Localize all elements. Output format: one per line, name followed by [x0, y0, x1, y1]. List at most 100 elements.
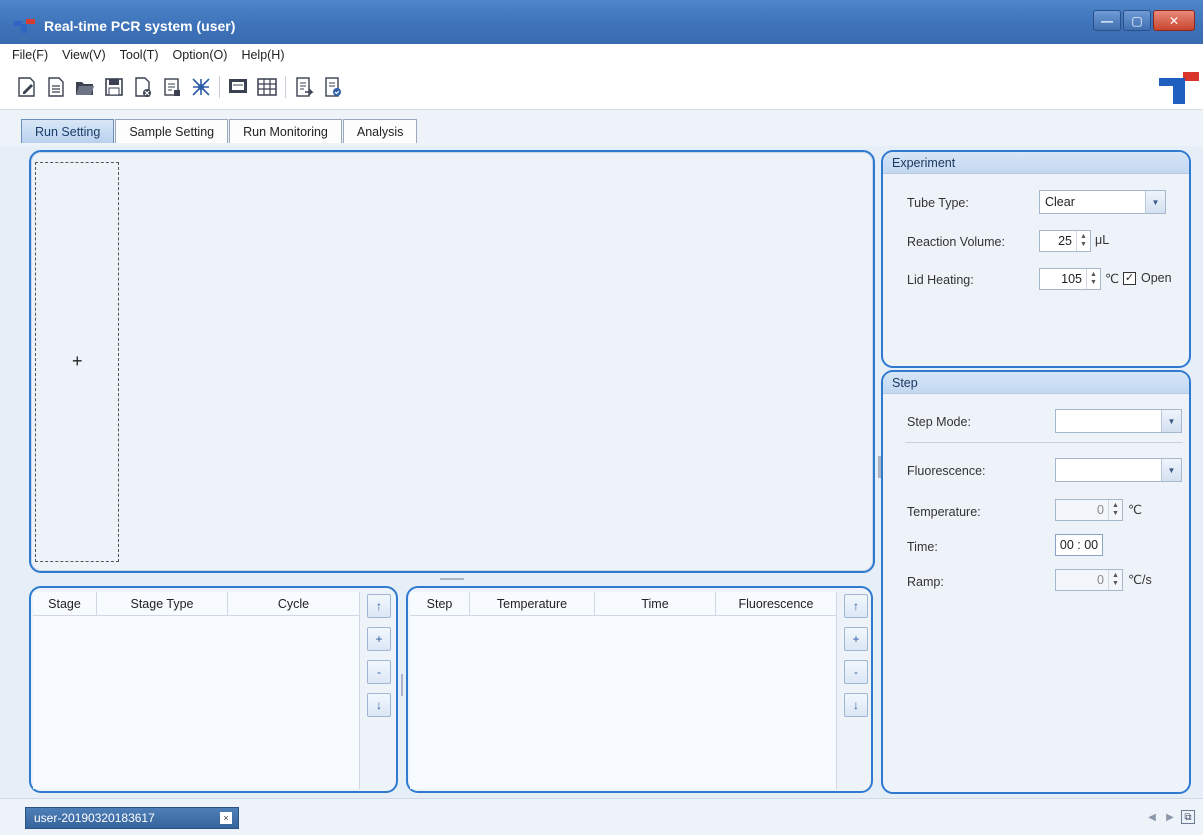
chevron-down-icon[interactable]: ▼	[1145, 191, 1165, 213]
step-mode-label: Step Mode:	[907, 415, 971, 429]
tab-run-setting[interactable]: Run Setting	[21, 119, 115, 143]
menu-option[interactable]: Option(O)	[173, 48, 228, 62]
temperature-label: Temperature:	[907, 505, 981, 519]
document-tab[interactable]: user-20190320183617 ×	[25, 807, 239, 829]
step-table-panel: Step Temperature Time Fluorescence ↑ + -…	[406, 586, 873, 793]
spinner-arrows-icon[interactable]: ▲ ▼	[1108, 500, 1122, 520]
lid-heating-label: Lid Heating:	[907, 273, 974, 287]
horizontal-splitter[interactable]	[440, 578, 464, 580]
window-title: Real-time PCR system (user)	[44, 18, 236, 34]
ramp-value: 0	[1097, 573, 1104, 587]
properties-icon[interactable]	[161, 75, 183, 99]
toolbar-separator	[219, 76, 220, 98]
close-window-button[interactable]: ✕	[1153, 10, 1195, 31]
scroll-right-icon[interactable]: ▶	[1163, 810, 1177, 824]
stage-table-buttons: ↑ + - ↓	[367, 594, 391, 717]
column-time[interactable]: Time	[595, 592, 716, 615]
menu-view[interactable]: View(V)	[62, 48, 106, 62]
stage-table[interactable]: Stage Stage Type Cycle	[33, 592, 360, 789]
column-fluorescence[interactable]: Fluorescence	[716, 592, 836, 615]
add-stage-icon[interactable]: +	[72, 351, 83, 372]
toolbar-separator	[285, 76, 286, 98]
scroll-left-icon[interactable]: ◀	[1145, 810, 1159, 824]
tab-run-monitoring[interactable]: Run Monitoring	[229, 119, 342, 143]
step-panel: Step Step Mode: ▼ Fluorescence: ▼ Temper…	[881, 370, 1191, 794]
tab-sample-setting[interactable]: Sample Setting	[115, 119, 229, 143]
lid-heating-unit: ℃	[1105, 272, 1120, 286]
temperature-spinbox[interactable]: 0 ▲ ▼	[1055, 499, 1123, 521]
step-remove-button[interactable]: -	[844, 660, 868, 684]
document-icon[interactable]	[45, 75, 67, 99]
tube-type-value: Clear	[1045, 195, 1075, 209]
experiment-panel-title: Experiment	[883, 152, 1189, 174]
reaction-volume-spinbox[interactable]: 25 ▲ ▼	[1039, 230, 1091, 252]
step-move-down-button[interactable]: ↓	[844, 693, 868, 717]
lid-heating-value: 105	[1061, 272, 1082, 286]
tab-strip: Run Setting Sample Setting Run Monitorin…	[0, 110, 1203, 146]
tube-type-select[interactable]: Clear ▼	[1039, 190, 1166, 214]
column-step[interactable]: Step	[410, 592, 470, 615]
spinner-arrows-icon[interactable]: ▲ ▼	[1076, 231, 1090, 251]
experiment-panel: Experiment Tube Type: Clear ▼ Reaction V…	[881, 150, 1191, 368]
step-panel-title: Step	[883, 372, 1189, 394]
close-document-icon[interactable]	[132, 75, 154, 99]
app-logo-icon	[14, 19, 35, 33]
step-add-button[interactable]: +	[844, 627, 868, 651]
step-move-up-button[interactable]: ↑	[844, 594, 868, 618]
protocol-canvas[interactable]: +	[29, 150, 875, 573]
chevron-down-icon[interactable]: ▼	[1161, 459, 1181, 481]
column-temperature[interactable]: Temperature	[470, 592, 595, 615]
toolbar	[0, 66, 1203, 110]
reaction-volume-unit: μL	[1095, 233, 1110, 247]
step-mode-select[interactable]: ▼	[1055, 409, 1182, 433]
time-field[interactable]: 00 : 00	[1055, 534, 1103, 556]
time-label: Time:	[907, 540, 938, 554]
table-splitter[interactable]	[401, 674, 403, 696]
table-icon[interactable]	[256, 75, 278, 99]
ramp-unit: ℃/s	[1128, 573, 1152, 587]
brand-logo-icon	[1159, 72, 1199, 104]
window-controls: — ▢ ✕	[1093, 10, 1195, 31]
document-tab-bar: user-20190320183617 × ◀ ▶ ⧉	[0, 798, 1203, 835]
close-icon[interactable]: ×	[220, 812, 232, 824]
stage-table-panel: Stage Stage Type Cycle ↑ + - ↓	[29, 586, 398, 793]
title-bar: Real-time PCR system (user) — ▢ ✕	[0, 0, 1203, 44]
minimize-button[interactable]: —	[1093, 10, 1121, 31]
stage-move-up-button[interactable]: ↑	[367, 594, 391, 618]
menu-bar: File(F) View(V) Tool(T) Option(O) Help(H…	[0, 44, 1203, 66]
network-icon[interactable]	[190, 75, 212, 99]
export-icon[interactable]	[293, 75, 315, 99]
save-icon[interactable]	[103, 75, 125, 99]
menu-tool[interactable]: Tool(T)	[120, 48, 159, 62]
fluorescence-select[interactable]: ▼	[1055, 458, 1182, 482]
document-tab-label: user-20190320183617	[34, 811, 155, 825]
add-stage-slot[interactable]: +	[35, 162, 119, 562]
chevron-down-icon[interactable]: ▼	[1161, 410, 1181, 432]
stage-add-button[interactable]: +	[367, 627, 391, 651]
ramp-spinbox[interactable]: 0 ▲ ▼	[1055, 569, 1123, 591]
temperature-unit: ℃	[1128, 503, 1143, 517]
stage-remove-button[interactable]: -	[367, 660, 391, 684]
tab-navigation: ◀ ▶ ⧉	[1145, 810, 1195, 824]
restore-icon[interactable]: ⧉	[1181, 810, 1195, 824]
stage-table-header: Stage Stage Type Cycle	[33, 592, 359, 616]
column-stage-type[interactable]: Stage Type	[97, 592, 228, 615]
reaction-volume-label: Reaction Volume:	[907, 235, 1005, 249]
spinner-arrows-icon[interactable]: ▲ ▼	[1108, 570, 1122, 590]
tube-type-label: Tube Type:	[907, 196, 969, 210]
open-folder-icon[interactable]	[74, 75, 96, 99]
lid-open-checkbox[interactable]: ✓	[1123, 272, 1136, 285]
step-table[interactable]: Step Temperature Time Fluorescence	[410, 592, 837, 789]
menu-file[interactable]: File(F)	[12, 48, 48, 62]
spinner-arrows-icon[interactable]: ▲ ▼	[1086, 269, 1100, 289]
column-stage[interactable]: Stage	[33, 592, 97, 615]
display-icon[interactable]	[227, 75, 249, 99]
menu-help[interactable]: Help(H)	[241, 48, 284, 62]
tab-analysis[interactable]: Analysis	[342, 119, 418, 143]
stage-move-down-button[interactable]: ↓	[367, 693, 391, 717]
column-cycle[interactable]: Cycle	[228, 592, 359, 615]
new-icon[interactable]	[16, 75, 38, 99]
lid-heating-spinbox[interactable]: 105 ▲ ▼	[1039, 268, 1101, 290]
maximize-button[interactable]: ▢	[1123, 10, 1151, 31]
report-icon[interactable]	[322, 75, 344, 99]
